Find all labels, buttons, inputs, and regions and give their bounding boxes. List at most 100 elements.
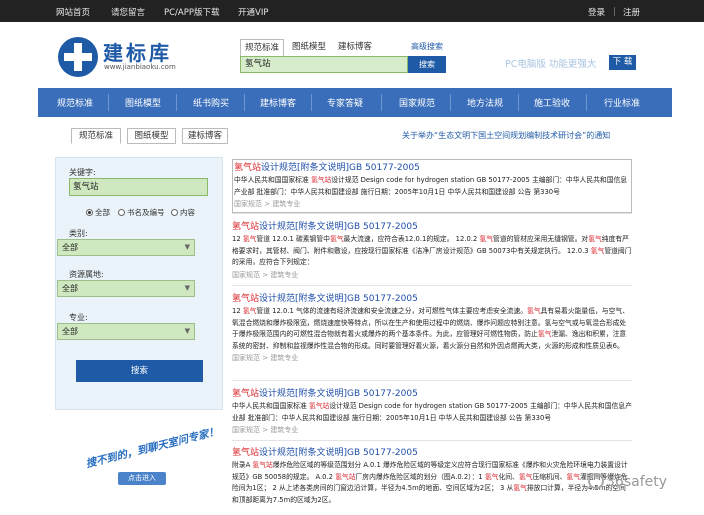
highlight-term: 氢气 (537, 330, 552, 338)
result-tab-standards[interactable]: 规范标准 (71, 128, 121, 144)
desc-text: 管道的管材应采用无缝钢管。对 (493, 235, 589, 243)
result-title[interactable]: 氢气站设计规范[附条文说明]GB 50177-2005 (232, 388, 632, 401)
login-link[interactable]: 登录 (588, 6, 605, 18)
nav-item-construction[interactable]: 施工验收 (534, 96, 570, 109)
nav-item-blog[interactable]: 建标博客 (260, 96, 296, 109)
radio-title[interactable]: 书名及编号 (118, 207, 165, 218)
result-divider (232, 440, 632, 441)
result-item: 氢气站设计规范[附条文说明]GB 50177-2005 12 氢气管道 12.0… (232, 293, 632, 364)
desc-text: 中华人民共和国国家标准 (232, 402, 309, 410)
radio-icon (171, 209, 178, 216)
filter-search-button[interactable]: 搜索 (76, 360, 203, 382)
category-label: 类别: (69, 229, 88, 238)
notice-link[interactable]: 关于举办“生态文明下国土空间规划编制技术研讨会”的通知 (402, 130, 610, 141)
search-tab-standards[interactable]: 规范标准 (240, 39, 284, 57)
result-desc: 中华人民共和国国家标准 氢气站设计规范 Design code for hydr… (232, 401, 632, 424)
top-link-feedback[interactable]: 请您留言 (111, 6, 145, 18)
top-link-vip[interactable]: 开通VIP (238, 6, 268, 18)
nav-item-expert[interactable]: 专家答疑 (327, 96, 363, 109)
watermark: 36safety (588, 473, 667, 490)
desc-text: 压缩机间、 (532, 472, 567, 481)
chevron-down-icon: ▼ (184, 284, 190, 292)
wechat-icon (588, 473, 604, 489)
banner-text: 搜不到的，到聊天室问专家！ (84, 425, 221, 471)
highlight-term: 氢气站 (310, 176, 332, 184)
logo-name[interactable]: 建标库 (103, 37, 172, 66)
radio-icon (118, 209, 125, 216)
result-item: 氢气站设计规范[附条文说明]GB 50177-2005 12 氢气管道 12.0… (232, 221, 632, 281)
major-label: 专业: (69, 313, 88, 322)
highlight-term: 氢气 (518, 472, 533, 481)
highlight-term: 氢气 (588, 235, 602, 243)
nav-divider (311, 94, 312, 111)
nav-item-local[interactable]: 地方法规 (467, 96, 503, 109)
nav-divider (176, 94, 177, 111)
highlight-term: 氢气 (566, 472, 581, 481)
nav-divider (381, 94, 382, 111)
result-tab-blog[interactable]: 建标博客 (182, 128, 228, 144)
keyword-input[interactable]: 氢气站 (69, 178, 208, 196)
result-meta[interactable]: 国家规范 > 建筑专业 (232, 425, 632, 436)
top-divider (614, 7, 615, 16)
nav-divider (244, 94, 245, 111)
download-button[interactable]: 下 载 (609, 55, 636, 70)
result-meta[interactable]: 国家规范 > 建筑专业 (232, 353, 632, 364)
nav-divider (518, 94, 519, 111)
top-bar: 网站首页 请您留言 PC/APP版下载 开通VIP 登录 注册 (0, 0, 704, 22)
result-tab-drawings[interactable]: 图纸模型 (127, 128, 176, 144)
search-button[interactable]: 搜索 (408, 56, 446, 73)
result-meta[interactable]: 国家规范 > 建筑专业 (234, 199, 630, 210)
result-item: 氢气站设计规范[附条文说明]GB 50177-2005 附录A 氢气站爆炸危险区… (232, 447, 632, 506)
category-select[interactable]: 全部 ▼ (57, 239, 195, 256)
register-link[interactable]: 注册 (623, 6, 640, 18)
advanced-search-link[interactable]: 高级搜索 (411, 41, 443, 52)
nav-item-national[interactable]: 国家规范 (399, 96, 435, 109)
highlight-term: 氢气 (484, 472, 499, 481)
result-meta[interactable]: 国家规范 > 建筑专业 (232, 270, 632, 281)
keyword-label: 关键字: (69, 168, 96, 177)
main-nav: 规范标准 图纸模型 纸书购买 建标博客 专家答疑 国家规范 地方法规 施工验收 … (38, 88, 672, 117)
highlight-term: 氢气 (590, 246, 605, 255)
highlight-term: 氢气 (479, 235, 494, 243)
pc-version-label: PC电脑版 功能更强大 (505, 59, 597, 70)
search-input[interactable]: 氢气站 (240, 56, 408, 73)
desc-text: 管道 12.0.1 碳素钢管中 (256, 235, 330, 243)
result-divider (232, 380, 632, 381)
nav-item-drawings[interactable]: 图纸模型 (125, 96, 161, 109)
result-item: 氢气站设计规范[附条文说明]GB 50177-2005 中华人民共和国国家标准 … (232, 388, 632, 436)
nav-divider (450, 94, 451, 111)
radio-content[interactable]: 内容 (171, 207, 195, 218)
highlight-term: 氢气 (242, 307, 257, 315)
result-desc: 12 氢气管道 12.0.1 气体的流速有经济流速和安全流速之分，对可燃性气体主… (232, 306, 632, 352)
desc-text: 中华人民共和国国家标准 (234, 176, 311, 184)
expert-chat-banner[interactable]: 搜不到的，到聊天室问专家！ 点击进入 (78, 426, 220, 485)
nav-divider (586, 94, 587, 111)
result-title[interactable]: 氢气站设计规范[附条文说明]GB 50177-2005 (232, 447, 632, 460)
desc-text: 12 (232, 307, 243, 315)
search-tab-drawings[interactable]: 图纸模型 (289, 39, 329, 57)
desc-text: 化间、 (498, 472, 519, 481)
result-desc: 中华人民共和国国家标准 氢气站设计规范 Design code for hydr… (234, 175, 630, 198)
top-link-download[interactable]: PC/APP版下载 (164, 6, 220, 18)
region-select[interactable]: 全部 ▼ (57, 280, 195, 297)
result-title[interactable]: 氢气站设计规范[附条文说明]GB 50177-2005 (234, 162, 630, 175)
chevron-down-icon: ▼ (184, 327, 190, 335)
result-desc: 附录A 氢气站爆炸危险区域的等级范围划分 A.0.1 爆炸危险区域的等级定义应符… (232, 460, 632, 506)
nav-item-standards[interactable]: 规范标准 (57, 96, 93, 109)
enter-chat-button[interactable]: 点击进入 (118, 472, 166, 485)
chevron-down-icon: ▼ (184, 243, 190, 251)
nav-item-industry[interactable]: 行业标准 (604, 96, 640, 109)
result-title[interactable]: 氢气站设计规范[附条文说明]GB 50177-2005 (232, 293, 632, 306)
radio-checked-icon (86, 209, 93, 216)
major-select[interactable]: 全部 ▼ (57, 323, 195, 340)
search-tab-blog[interactable]: 建标博客 (335, 39, 375, 57)
highlight-term: 氢气 (242, 235, 257, 243)
result-desc: 12 氢气管道 12.0.1 碳素钢管中氢气最大流速，应符合表12.0.1的规定… (232, 234, 632, 269)
logo-icon[interactable] (58, 37, 98, 77)
highlight-term: 氢气站 (335, 472, 356, 481)
nav-item-books[interactable]: 纸书购买 (193, 96, 229, 109)
top-link-home[interactable]: 网站首页 (56, 6, 90, 18)
result-title[interactable]: 氢气站设计规范[附条文说明]GB 50177-2005 (232, 221, 632, 234)
highlight-term: 氢气 (527, 307, 541, 315)
radio-all[interactable]: 全部 (86, 207, 110, 218)
